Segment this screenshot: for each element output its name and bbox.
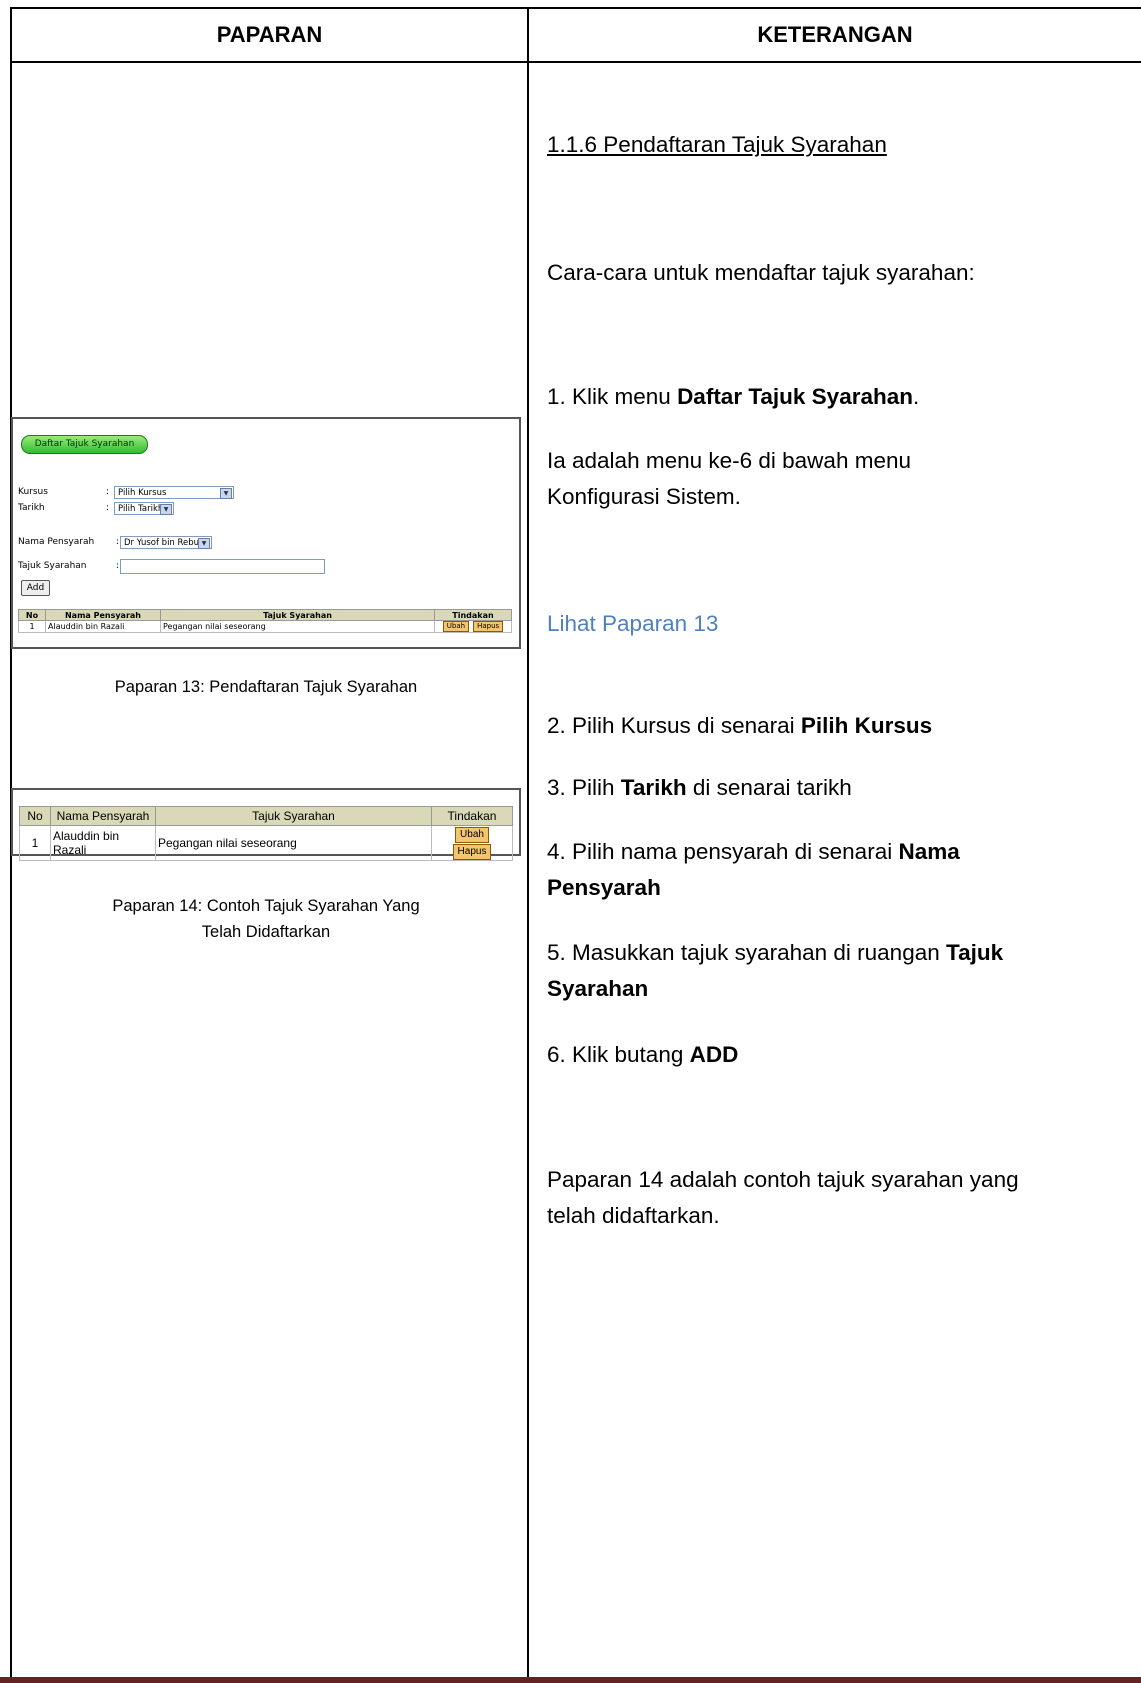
step-4: 4. Pilih nama pensyarah di senarai Nama … (547, 834, 1027, 906)
step-1: 1. Klik menu Daftar Tajuk Syarahan. (547, 379, 919, 415)
step-3-prefix: 3. Pilih (547, 775, 621, 800)
caption-paparan-14-line-1: Paparan 14: Contoh Tajuk Syarahan Yang (112, 897, 420, 915)
screenshot-paparan-14: No Nama Pensyarah Tajuk Syarahan Tindaka… (11, 788, 521, 861)
step-1-suffix: . (912, 384, 920, 409)
column-header-nama-pensyarah: Nama Pensyarah (45, 609, 161, 621)
step-5-prefix: 5. Masukkan tajuk syarahan di ruangan (547, 940, 946, 965)
nama-pensyarah-label: Nama Pensyarah (18, 537, 95, 547)
lecture-table: No Nama Pensyarah Tajuk Syarahan Tindaka… (18, 609, 512, 633)
kursus-label: Kursus (18, 487, 48, 497)
step-1-prefix: 1. Klik menu (547, 384, 678, 409)
intro-text: Cara-cara untuk mendaftar tajuk syarahan… (547, 260, 975, 285)
column-header-nama-pensyarah: Nama Pensyarah (50, 806, 156, 826)
column-header-no: No (19, 806, 51, 826)
row-tajuk-syarahan: Pegangan nilai seseorang (160, 620, 435, 633)
hapus-button[interactable]: Hapus (452, 844, 492, 860)
chevron-down-icon: ▼ (198, 538, 210, 549)
caption-paparan-14-line-2: Telah Didaftarkan (201, 923, 331, 941)
row-tindakan: UbahHapus (431, 825, 513, 861)
ubah-button[interactable]: Ubah (455, 827, 489, 843)
caption-paparan-14: Paparan 14: Contoh Tajuk Syarahan Yang T… (60, 893, 472, 945)
header-keterangan: KETERANGAN (757, 22, 913, 47)
step-2: 2. Pilih Kursus di senarai Pilih Kursus (547, 708, 932, 744)
column-header-tajuk-syarahan: Tajuk Syarahan (155, 806, 432, 826)
step-3-bold: Tarikh (620, 775, 687, 800)
step-6-bold: ADD (689, 1042, 739, 1067)
footer-bar (0, 1677, 1141, 1683)
step-1-bold: Daftar Tajuk Syarahan (677, 384, 913, 409)
chevron-down-icon: ▼ (160, 504, 172, 515)
nama-pensyarah-select-value: Dr Yusof bin Rebu (124, 538, 200, 548)
step-2-prefix: 2. Pilih Kursus di senarai (547, 713, 801, 738)
step-5: 5. Masukkan tajuk syarahan di ruangan Ta… (547, 935, 1027, 1007)
row-tindakan: UbahHapus (434, 620, 512, 633)
step-3: 3. Pilih Tarikh di senarai tarikh (547, 770, 852, 806)
kursus-select[interactable]: Pilih Kursus ▼ (114, 486, 234, 499)
step-1-note: Ia adalah menu ke-6 di bawah menu Konfig… (547, 448, 911, 509)
step-3-suffix: di senarai tarikh (686, 775, 852, 800)
chevron-down-icon: ▼ (220, 488, 232, 499)
view-paparan-13-link[interactable]: Lihat Paparan 13 (547, 606, 718, 642)
nama-pensyarah-colon: : (116, 537, 120, 547)
header-paparan: PAPARAN (216, 22, 323, 47)
table-header-row: No Nama Pensyarah Tajuk Syarahan Tindaka… (18, 609, 512, 621)
closing-text: Paparan 14 adalah contoh tajuk syarahan … (547, 1167, 1019, 1228)
step-2-bold: Pilih Kursus (800, 713, 933, 738)
kursus-select-value: Pilih Kursus (118, 488, 167, 498)
tajuk-syarahan-colon: : (116, 561, 120, 571)
column-header-tindakan: Tindakan (434, 609, 512, 621)
tajuk-syarahan-input[interactable] (120, 559, 325, 574)
column-header-no: No (18, 609, 46, 621)
caption-paparan-13: Paparan 13: Pendaftaran Tajuk Syarahan (114, 678, 418, 696)
row-tajuk-syarahan: Pegangan nilai seseorang (155, 825, 432, 861)
row-no: 1 (19, 825, 51, 861)
step-4-prefix: 4. Pilih nama pensyarah di senarai (547, 839, 899, 864)
nama-pensyarah-select[interactable]: Dr Yusof bin Rebu ▼ (120, 536, 212, 549)
table-header-row: No Nama Pensyarah Tajuk Syarahan Tindaka… (19, 806, 513, 826)
hapus-button[interactable]: Hapus (473, 621, 504, 632)
column-header-tajuk-syarahan: Tajuk Syarahan (160, 609, 435, 621)
table-row: 1 Alauddin bin Razali Pegangan nilai ses… (18, 620, 512, 633)
column-header-tindakan: Tindakan (431, 806, 513, 826)
step-6-prefix: 6. Klik butang (547, 1042, 690, 1067)
row-no: 1 (18, 620, 46, 633)
tajuk-syarahan-label: Tajuk Syarahan (18, 561, 87, 571)
add-button[interactable]: Add (21, 580, 50, 596)
tarikh-label: Tarikh (18, 503, 45, 513)
section-title: 1.1.6 Pendaftaran Tajuk Syarahan (547, 132, 887, 157)
step-6: 6. Klik butang ADD (547, 1037, 738, 1073)
kursus-colon: : (106, 487, 110, 497)
lecture-table-example: No Nama Pensyarah Tajuk Syarahan Tindaka… (19, 806, 513, 861)
daftar-tajuk-syarahan-button[interactable]: Daftar Tajuk Syarahan (21, 435, 148, 454)
table-border-middle (527, 7, 529, 1683)
tarikh-select-value: Pilih Tarikh (118, 504, 164, 514)
tarikh-colon: : (106, 503, 110, 513)
row-nama-pensyarah: Alauddin bin Razali (45, 620, 161, 633)
table-row: 1 Alauddin bin Razali Pegangan nilai ses… (19, 825, 513, 861)
ubah-button[interactable]: Ubah (442, 621, 470, 632)
row-nama-pensyarah: Alauddin bin Razali (50, 825, 156, 861)
screenshot-paparan-13: Daftar Tajuk Syarahan Kursus : Pilih Kur… (11, 417, 521, 649)
tarikh-select[interactable]: Pilih Tarikh ▼ (114, 502, 174, 515)
